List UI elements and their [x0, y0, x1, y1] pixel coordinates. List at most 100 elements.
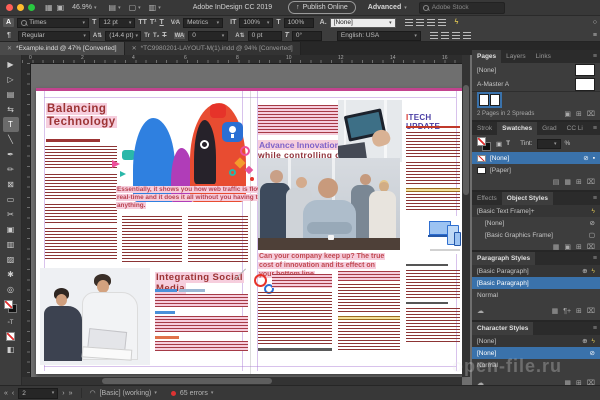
align-center-icon[interactable] — [416, 19, 424, 26]
control-panel-menu-icon[interactable]: ≡ — [593, 32, 597, 39]
align-left-icon[interactable] — [405, 19, 413, 26]
strikethrough-icon[interactable]: T — [162, 32, 166, 39]
horizontal-scale-field[interactable]: 100% — [284, 18, 314, 28]
type-tool[interactable]: T — [3, 117, 19, 132]
previous-page-button[interactable]: ‹ — [12, 390, 14, 397]
font-size-field[interactable]: 12 pt▾ — [99, 18, 135, 28]
edit-page-size-icon[interactable]: ▣ — [564, 110, 571, 118]
font-family-field[interactable]: Times▾ — [17, 18, 89, 28]
align-bottom-icon[interactable] — [452, 32, 460, 39]
kerning-field[interactable]: Metrics▾ — [183, 18, 223, 28]
close-tab-icon[interactable]: ✕ — [7, 45, 12, 52]
delete-swatch-icon[interactable]: ⌧ — [587, 178, 595, 186]
style-group-icon[interactable]: ▦ — [552, 307, 559, 315]
tab-object-styles[interactable]: Object Styles — [502, 192, 553, 205]
formatting-affects-text-icon[interactable]: ▫T — [3, 315, 19, 330]
new-color-group-icon[interactable]: ▦ — [564, 178, 571, 186]
apply-none-button[interactable] — [3, 332, 19, 342]
quick-apply-icon[interactable]: ϟ — [592, 208, 595, 215]
character-formatting-icon[interactable]: A — [3, 18, 14, 27]
tab-paragraph-styles[interactable]: Paragraph Styles — [472, 252, 535, 265]
panel-options-icon[interactable]: ○ — [593, 19, 597, 26]
close-window-icon[interactable] — [6, 4, 13, 11]
tab-character-styles[interactable]: Character Styles — [472, 322, 533, 335]
align-justify-vertical-icon[interactable] — [463, 32, 471, 39]
underline-icon[interactable]: T — [160, 19, 164, 26]
screen-mode-dropdown[interactable]: ▢▾ — [129, 4, 141, 12]
minimize-window-icon[interactable] — [17, 4, 24, 11]
selection-tool[interactable]: ▶ — [3, 57, 19, 72]
tab-cc-libraries[interactable]: CC Li — [562, 122, 588, 135]
selected-spread-thumbnails[interactable] — [477, 92, 502, 108]
tab-effects[interactable]: Effects — [472, 192, 502, 205]
pen-tool[interactable]: ✒ — [3, 147, 19, 162]
free-transform-tool[interactable]: ▣ — [3, 222, 19, 237]
next-page-button[interactable]: › — [62, 390, 64, 397]
swatch-row-paper[interactable]: [Paper] — [472, 164, 600, 176]
new-swatch-icon[interactable]: ⊞ — [576, 178, 582, 186]
page-number-field[interactable]: 2▾ — [18, 388, 58, 399]
all-caps-icon[interactable]: TT — [138, 19, 147, 26]
baseline-shift-field[interactable]: 0 pt — [248, 31, 282, 41]
rectangle-tool[interactable]: ▭ — [3, 192, 19, 207]
bridge-icon[interactable]: ▦ — [45, 4, 53, 12]
workspace-switcher[interactable]: Advanced▾ — [368, 4, 407, 11]
cc-sync-icon[interactable]: ☁ — [477, 307, 484, 315]
vertical-scrollbar-thumb[interactable] — [463, 85, 469, 195]
fill-stroke-proxy[interactable] — [3, 299, 19, 315]
master-a-row[interactable]: A-Master A — [472, 77, 600, 91]
tint-field[interactable]: ▾ — [537, 139, 561, 149]
delete-page-icon[interactable]: ⌧ — [587, 110, 595, 118]
tab-swatches[interactable]: Swatches — [497, 122, 537, 135]
stock-icon[interactable]: ▣ — [57, 4, 65, 12]
new-style-icon[interactable]: ⊞ — [576, 307, 582, 315]
arrange-documents-dropdown[interactable]: ▥▾ — [149, 4, 161, 12]
swatch-row-none[interactable]: [None] ⊘ ▪ — [472, 152, 600, 164]
panel-menu-icon[interactable]: ≡ — [590, 192, 600, 205]
horizontal-scrollbar[interactable] — [22, 377, 462, 385]
scissors-tool[interactable]: ✂ — [3, 207, 19, 222]
object-style-row-graphics[interactable]: [Basic Graphics Frame] ▢ — [472, 229, 600, 241]
superscript-icon[interactable]: T¹ — [150, 19, 157, 26]
vertical-scrollbar[interactable] — [462, 55, 470, 377]
show-swatch-kinds-icon[interactable]: ▤ — [553, 178, 560, 186]
fill-stroke-proxy[interactable] — [477, 137, 492, 151]
quick-apply-icon[interactable]: ϟ — [455, 19, 459, 26]
gap-tool[interactable]: ⇆ — [3, 102, 19, 117]
horizontal-scrollbar-thumb[interactable] — [102, 378, 272, 384]
align-middle-icon[interactable] — [441, 32, 449, 39]
master-none-row[interactable]: [None] — [472, 63, 600, 77]
skew-field[interactable]: 0° — [292, 31, 322, 41]
justify-icon[interactable] — [438, 19, 446, 26]
vertical-scale-field[interactable]: 100%▾ — [239, 18, 273, 28]
direct-selection-tool[interactable]: ▷ — [3, 72, 19, 87]
small-caps-icon[interactable]: Tr — [144, 33, 150, 39]
publish-online-button[interactable]: ↑ Publish Online — [288, 1, 356, 14]
paragraph-style-row-basic[interactable]: [Basic Paragraph] — [472, 277, 600, 289]
container-format-icon[interactable]: ▣ — [496, 140, 502, 148]
panel-menu-icon[interactable]: ≡ — [590, 122, 600, 135]
align-right-icon[interactable] — [427, 19, 435, 26]
tracking-field[interactable]: 0▾ — [188, 31, 228, 41]
zoom-tool[interactable]: ◎ — [3, 282, 19, 297]
align-top-icon[interactable] — [430, 32, 438, 39]
screen-mode-button[interactable]: ◧ — [3, 342, 19, 357]
language-field[interactable]: English: USA▾ — [337, 31, 421, 41]
horizontal-ruler[interactable]: 0 2 4 6 8 10 12 14 16 — [22, 55, 462, 64]
quick-apply-icon[interactable]: ϟ — [592, 338, 595, 345]
document-tab-layout[interactable]: ✕ *TC9980201-LAYOUT-M(1).indd @ 94% [Con… — [125, 42, 301, 55]
vertical-ruler[interactable] — [22, 63, 31, 377]
paragraph-style-row-normal[interactable]: Normal — [472, 289, 600, 301]
tab-layers[interactable]: Layers — [501, 50, 531, 63]
preflight-errors-dropdown[interactable]: 65 errors▾ — [180, 390, 214, 397]
subscript-icon[interactable]: T₂ — [153, 33, 159, 39]
tab-gradient[interactable]: Grad — [537, 122, 561, 135]
text-format-icon[interactable]: T — [506, 140, 510, 147]
paragraph-formatting-icon[interactable]: ¶ — [3, 31, 15, 40]
last-page-button[interactable]: » — [69, 390, 73, 397]
view-options-dropdown[interactable]: ▤▾ — [109, 4, 121, 12]
pencil-tool[interactable]: ✏ — [3, 162, 19, 177]
close-tab-icon[interactable]: ✕ — [132, 45, 137, 52]
rectangle-frame-tool[interactable]: ⊠ — [3, 177, 19, 192]
document-tab-example[interactable]: ✕ *Example.indd @ 47% [Converted] — [0, 42, 125, 55]
